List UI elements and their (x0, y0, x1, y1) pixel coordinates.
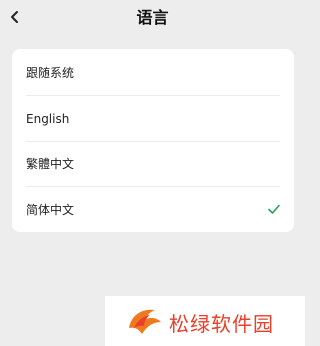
language-option-label: 跟随系统 (26, 66, 75, 80)
language-option-english[interactable]: English (12, 96, 294, 141)
language-option-simplified-chinese[interactable]: 简体中文 (12, 187, 294, 232)
language-option-traditional-chinese[interactable]: 繁體中文 (12, 141, 294, 186)
watermark-text: 松绿软件园 (169, 312, 274, 336)
check-icon (268, 204, 280, 214)
language-list: 跟随系统 English 繁體中文 简体中文 (12, 49, 294, 232)
language-option-label: 简体中文 (26, 203, 75, 217)
language-option-follow-system[interactable]: 跟随系统 (12, 50, 294, 95)
navigation-bar: 语言 (0, 0, 305, 38)
page-title: 语言 (136, 8, 169, 27)
watermark-logo-icon (129, 309, 161, 334)
language-option-label: 繁體中文 (26, 157, 75, 171)
watermark: 松绿软件园 (105, 296, 305, 346)
language-option-label: English (26, 111, 70, 126)
